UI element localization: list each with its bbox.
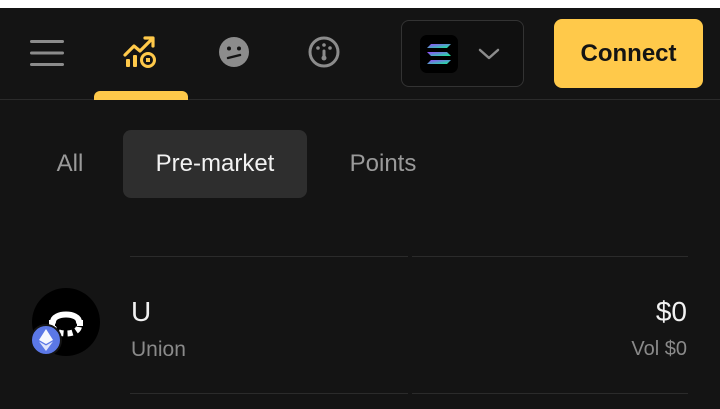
market-list-item[interactable]: U Union $0 Vol $0 — [0, 258, 720, 392]
menu-button[interactable] — [22, 28, 72, 78]
token-name: Union — [131, 338, 186, 361]
app-header: Connect — [0, 8, 720, 100]
hamburger-menu-icon — [30, 40, 64, 66]
chevron-down-icon — [478, 47, 500, 61]
solana-logo-icon — [420, 34, 458, 73]
chart-trending-up-icon — [123, 36, 156, 68]
ethereum-icon — [30, 324, 62, 356]
connect-button[interactable]: Connect — [554, 19, 703, 88]
top-edge-strip — [0, 0, 720, 8]
chain-selector[interactable] — [401, 20, 524, 87]
nav-tab-dashboard[interactable] — [294, 26, 354, 78]
tab-all[interactable]: All — [40, 130, 100, 198]
market-type-tabs: All Pre-market Points — [0, 130, 720, 198]
active-tab-indicator — [94, 91, 188, 100]
confused-face-icon — [219, 37, 249, 67]
table-divider — [412, 256, 688, 257]
table-divider — [412, 393, 688, 394]
gauge-icon — [308, 36, 340, 68]
token-price: $0 — [655, 296, 687, 327]
table-divider — [130, 393, 408, 394]
token-volume: Vol $0 — [631, 338, 687, 360]
tab-pre-market[interactable]: Pre-market — [123, 130, 307, 198]
token-symbol: U — [131, 296, 152, 327]
nav-tab-markets[interactable] — [111, 26, 171, 78]
table-divider — [130, 256, 408, 257]
tab-points[interactable]: Points — [330, 130, 436, 198]
nav-tab-mood[interactable] — [204, 26, 264, 78]
